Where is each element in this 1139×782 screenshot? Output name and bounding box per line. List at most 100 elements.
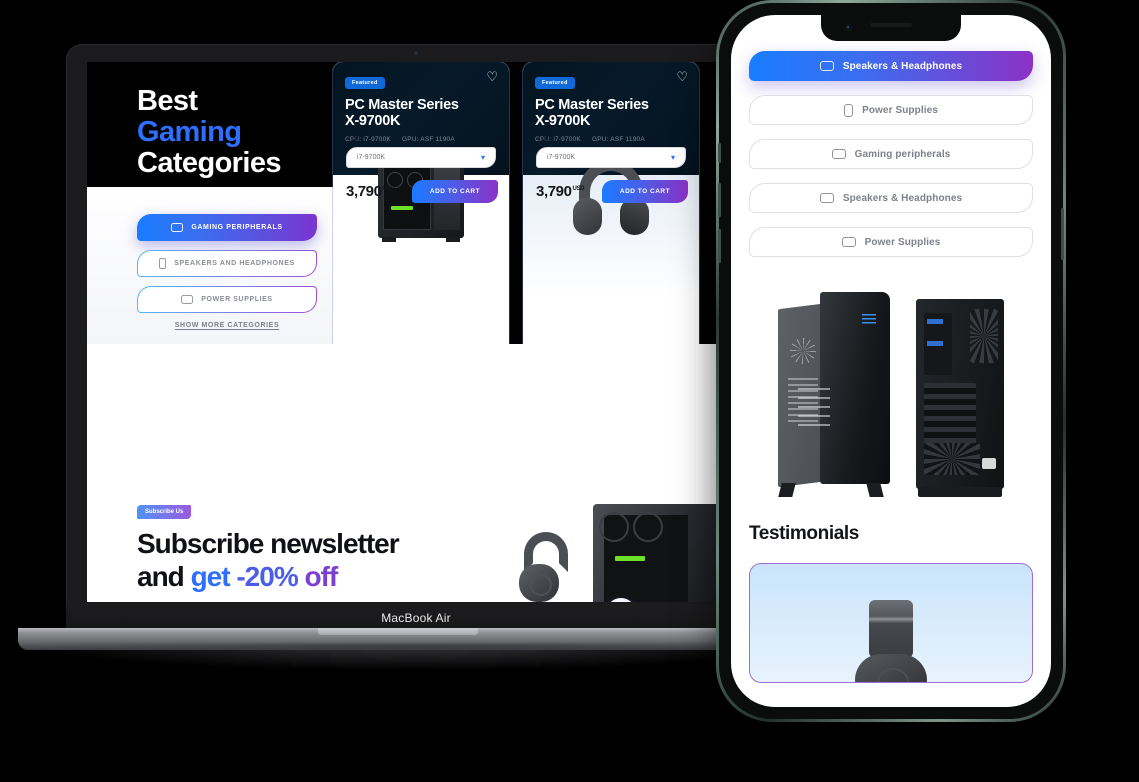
product-card[interactable]: Featured ♡ PC Master Series X-9700K CPU:… [333,62,509,352]
category-button-gaming-peripherals[interactable]: GAMING PERIPHERALS [137,214,317,241]
hero-section: Best Gaming Categories GAMING PERIPHERAL… [87,62,745,352]
laptop-shadow [38,644,794,670]
mute-switch[interactable] [718,143,721,163]
cpu-select-label: CPU: [537,137,551,143]
hero-title-line-1: Best [137,85,198,117]
gamepad-icon [171,223,184,232]
product-name-line-1: PC Master Series [345,97,459,113]
phone-category-label: Speakers & Headphones [842,60,963,72]
speaker-icon [159,258,167,269]
currency-label: USD [382,186,395,192]
product-name-line-2: X-9700K [535,113,591,129]
psu-icon [181,295,194,304]
pc-tower-back-image [916,299,1004,497]
phone-category-button-speakers-headphones[interactable]: Speakers & Headphones [749,51,1033,81]
spec-gpu: GPU: ASF 1190A [401,136,455,143]
website-viewport: Best Gaming Categories GAMING PERIPHERAL… [87,62,745,602]
iphone-device: Speakers & Headphones Power Supplies Gam… [716,0,1066,722]
cpu-select-value: i7-9700K [547,154,576,161]
phone-category-button-speakers-headphones-2[interactable]: Speakers & Headphones [749,183,1033,213]
gamepad-icon [819,61,834,71]
newsletter-heading-line-1: Subscribe newsletter [137,528,400,559]
chevron-down-icon: ▾ [670,153,675,162]
newsletter-section: Subscribe Us Subscribe newsletter and ge… [87,344,745,602]
testimonial-card[interactable] [749,563,1033,683]
product-name: PC Master Series X-9700K [535,97,687,129]
product-specs: CPU: i7-9700K GPU: ASF 1190A [535,136,687,143]
phone-category-button-power-supplies[interactable]: Power Supplies [749,95,1033,125]
volume-up-button[interactable] [718,183,721,217]
phone-category-list: Speakers & Headphones Power Supplies Gam… [731,15,1051,257]
phone-category-button-power-supplies-2[interactable]: Power Supplies [749,227,1033,257]
add-to-cart-button[interactable]: ADD TO CART [412,180,498,203]
product-card[interactable]: Featured ♡ PC Master Series X-9700K CPU:… [523,62,699,352]
keyboard-icon [841,237,856,247]
category-label: SPEAKERS AND HEADPHONES [174,260,295,267]
laptop-lid: Best Gaming Categories GAMING PERIPHERAL… [66,44,766,634]
hero-title-line-2: Gaming [137,116,242,148]
headphones-image [515,532,577,602]
show-more-categories-link[interactable]: SHOW MORE CATEGORIES [137,322,317,329]
product-price-row: 3,790USD ADD TO CART [536,180,688,203]
pc-tower-front-image [778,291,890,497]
phone-category-label: Gaming peripherals [854,148,951,160]
product-name-line-1: PC Master Series [535,97,649,113]
phone-notch [821,15,961,41]
testimonials-title: Testimonials [749,523,859,544]
screenshot-stage: Best Gaming Categories GAMING PERIPHERAL… [0,0,1139,782]
spec-gpu: GPU: ASF 1190A [591,136,645,143]
hero-left-panel: Best Gaming Categories GAMING PERIPHERAL… [87,62,333,344]
phone-category-button-gaming-peripherals[interactable]: Gaming peripherals [749,139,1033,169]
newsletter-heading: Subscribe newsletter and get -20% off [137,527,467,593]
newsletter-artwork [445,504,745,602]
device-brand-label: MacBook Air [381,611,451,625]
phone-hero-images [731,271,1051,511]
product-name: PC Master Series X-9700K [345,97,497,129]
newsletter-heading-off: off [304,561,339,592]
front-camera-icon [845,24,852,31]
chevron-down-icon: ▾ [480,153,485,162]
subscribe-us-badge: Subscribe Us [137,505,192,519]
keyboard-icon [831,149,846,159]
category-list: GAMING PERIPHERALS SPEAKERS AND HEADPHON… [137,214,317,329]
phone-category-label: Power Supplies [862,104,938,116]
cpu-select-dropdown[interactable]: i7-9700K ▾ [346,147,496,168]
newsletter-paragraph: Almost three-quarters of dedicated PC ga… [137,601,447,602]
newsletter-heading-get: get [190,561,237,592]
macbook-air-device: Best Gaming Categories GAMING PERIPHERAL… [18,44,814,670]
product-name-line-2: X-9700K [345,113,401,129]
page-title: Best Gaming Categories [137,86,327,179]
volume-down-button[interactable] [718,229,721,263]
favorite-heart-icon[interactable]: ♡ [676,70,688,83]
newsletter-heading-and: and [137,561,191,592]
favorite-heart-icon[interactable]: ♡ [486,70,498,83]
phone-category-label: Power Supplies [864,236,941,248]
product-price: 3,790USD [536,183,585,200]
category-label: POWER SUPPLIES [201,296,273,303]
webcam-icon [414,51,418,55]
featured-badge: Featured [345,77,385,89]
newsletter-heading-discount: -20% [236,561,305,592]
category-label: GAMING PERIPHERALS [191,224,283,231]
product-price: 3,790USD [346,183,395,200]
featured-badge: Featured [535,77,575,89]
pc-case-image [593,504,735,602]
laptop-screen: Best Gaming Categories GAMING PERIPHERAL… [87,62,745,602]
product-card-list: Featured ♡ PC Master Series X-9700K CPU:… [333,62,699,352]
phone-body: Speakers & Headphones Power Supplies Gam… [718,3,1064,719]
product-specs: CPU: i7-9700K GPU: ASF 1190A [345,136,497,143]
hero-title-line-3: Categories [137,147,281,179]
keyboard-icon [819,193,834,203]
power-button[interactable] [1061,208,1064,260]
headphones-image [841,600,941,682]
earpiece-speaker-icon [870,23,912,27]
cpu-select-dropdown[interactable]: i7-9700K ▾ [536,147,686,168]
phone-screen: Speakers & Headphones Power Supplies Gam… [731,15,1051,707]
cpu-select-label: CPU: [347,137,361,143]
cpu-select-value: i7-9700K [357,154,386,161]
add-to-cart-button[interactable]: ADD TO CART [602,180,688,203]
category-button-speakers-and-headphones[interactable]: SPEAKERS AND HEADPHONES [137,250,317,277]
phone-category-label: Speakers & Headphones [842,192,963,204]
category-button-power-supplies[interactable]: POWER SUPPLIES [137,286,317,313]
currency-label: USD [572,186,585,192]
